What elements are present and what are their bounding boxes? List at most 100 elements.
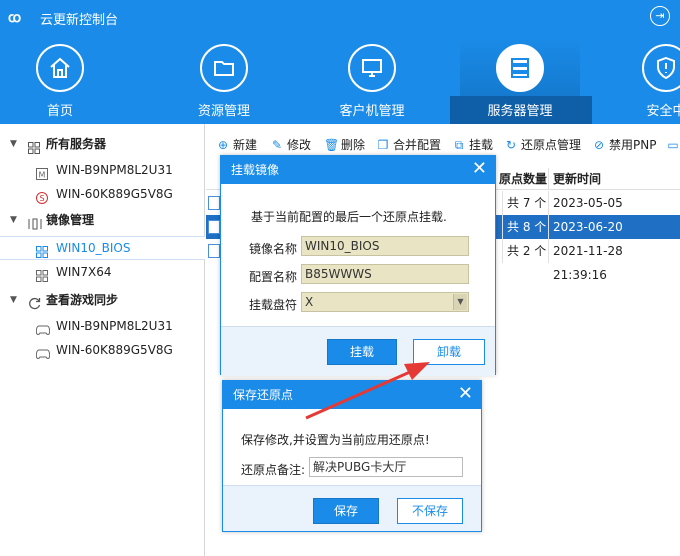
home-icon — [36, 44, 84, 92]
tree-item-server[interactable]: M WIN-B9NPM8L2U31 — [0, 158, 205, 182]
nav-label: 首页 — [46, 104, 73, 119]
refresh-icon: ↻ — [505, 138, 517, 152]
row-count: 共 8 个 — [502, 215, 548, 239]
row-time: 2023-05-05 10:14:49 — [548, 191, 680, 234]
copy-icon: ❐ — [377, 138, 389, 152]
mount-button[interactable]: ⧉ 挂载 — [452, 136, 493, 154]
disable-pnp-button[interactable]: ⊘ 禁用PNP — [592, 136, 656, 154]
ban-icon: ⊘ — [593, 138, 605, 152]
dialog-title: 保存还原点 — [223, 381, 481, 409]
nav-item-security[interactable]: 安全中 — [606, 38, 680, 124]
sync-icon — [28, 294, 41, 310]
tree-item-label: WIN-B9NPM8L2U31 — [56, 163, 173, 177]
expand-arrow-icon[interactable]: ▼ — [10, 208, 17, 232]
trash-icon: 🗑 — [324, 138, 340, 152]
dialog-body: 保存修改,并设置为当前应用还原点! 还原点备注: 解决PUBG卡大厅 — [223, 409, 481, 485]
edit-button[interactable]: ✎ 修改 — [270, 136, 311, 154]
tree-item-label: WIN10_BIOS — [56, 241, 131, 255]
tree-item-image[interactable]: WIN7X64 — [0, 260, 205, 284]
gamepad-icon — [35, 320, 51, 335]
new-label: 新建 — [233, 138, 258, 152]
tree-group-label: 镜像管理 — [46, 213, 95, 227]
main-nav: 首页 资源管理 客户机管理 服务器管理 安全中 — [0, 38, 680, 124]
tree-item-label: WIN-60K889G5V8G — [56, 187, 173, 201]
delete-button[interactable]: 🗑 删除 — [324, 136, 365, 154]
image-file-icon — [208, 220, 220, 234]
tree-item-label: WIN-B9NPM8L2U31 — [56, 319, 173, 333]
tree-group-images[interactable]: ▼ 镜像管理 — [0, 208, 205, 232]
dialog-title: 挂载镜像 — [221, 156, 495, 184]
gamepad-icon — [35, 344, 51, 359]
col-count-header[interactable]: 原点数量 — [494, 168, 550, 190]
top-bar: ꭃ 云更新控制台 ⇥ 首页 资源管理 客户机管理 服务器管理 安全中 — [0, 0, 680, 124]
server-icon — [496, 44, 544, 92]
tree-item-sync-server[interactable]: WIN-B9NPM8L2U31 — [0, 314, 205, 338]
delete-label: 删除 — [341, 138, 366, 152]
shield-icon — [642, 44, 680, 92]
server-tree: ▼ 所有服务器 M WIN-B9NPM8L2U31 S WIN-60K889G5… — [0, 124, 205, 556]
config-name-field[interactable]: B85WWWS — [301, 264, 469, 284]
close-icon[interactable]: ✕ — [458, 385, 473, 403]
pencil-icon: ✎ — [271, 138, 283, 152]
edit-label: 修改 — [287, 138, 312, 152]
nav-label: 资源管理 — [197, 104, 250, 119]
dialog-message: 保存修改,并设置为当前应用还原点! — [241, 433, 430, 447]
dropdown-arrow-icon[interactable]: ▼ — [453, 294, 467, 310]
dont-save-button[interactable]: 不保存 — [397, 498, 463, 524]
save-button[interactable]: 保存 — [313, 498, 379, 524]
unmount-button[interactable]: 卸载 — [413, 339, 485, 365]
col-time-header[interactable]: 更新时间 — [548, 168, 680, 190]
tree-item-image-selected[interactable]: WIN10_BIOS — [0, 236, 205, 260]
tree-group-game-sync[interactable]: ▼ 查看游戏同步 — [0, 288, 205, 312]
expand-arrow-icon[interactable]: ▼ — [10, 132, 17, 156]
tree-group-label: 查看游戏同步 — [46, 293, 119, 307]
restore-note-label: 还原点备注: — [241, 463, 306, 477]
nav-label: 安全中 — [646, 104, 680, 119]
more-toolbar-icon[interactable]: ▭ — [666, 136, 680, 154]
tree-item-label: WIN7X64 — [56, 265, 112, 279]
tree-group-all-servers[interactable]: ▼ 所有服务器 — [0, 132, 205, 156]
exit-icon[interactable]: ⇥ — [650, 6, 670, 26]
row-time: 2023-06-20 13:43:29 — [548, 215, 680, 258]
dialog-footer: 挂载 卸载 — [221, 326, 495, 376]
tree-item-server[interactable]: S WIN-60K889G5V8G — [0, 182, 205, 206]
monitor-icon — [348, 44, 396, 92]
plus-circle-icon: ⊕ — [217, 138, 229, 152]
nav-item-home[interactable]: 首页 — [0, 38, 120, 124]
save-restore-point-dialog: 保存还原点 ✕ 保存修改,并设置为当前应用还原点! 还原点备注: 解决PUBG卡… — [222, 380, 482, 532]
slave-server-icon: S — [36, 188, 48, 204]
drive-letter-select[interactable]: X ▼ — [301, 292, 469, 312]
app-logo: ꭃ — [8, 10, 22, 26]
close-icon[interactable]: ✕ — [472, 160, 487, 178]
app-title: 云更新控制台 — [40, 13, 119, 28]
nav-item-clients[interactable]: 客户机管理 — [312, 38, 432, 124]
svg-text:M: M — [39, 171, 46, 180]
nav-label: 服务器管理 — [487, 104, 553, 119]
tree-item-sync-server[interactable]: WIN-60K889G5V8G — [0, 338, 205, 362]
mount-confirm-button[interactable]: 挂载 — [327, 339, 397, 365]
nav-item-servers[interactable]: 服务器管理 — [450, 38, 592, 124]
master-server-icon: M — [36, 164, 48, 180]
restore-label: 还原点管理 — [521, 138, 582, 152]
nav-item-resources[interactable]: 资源管理 — [164, 38, 284, 124]
image-icon — [36, 266, 48, 282]
dialog-message: 基于当前配置的最后一个还原点挂载. — [251, 210, 447, 224]
image-file-icon — [208, 244, 220, 258]
mount-image-dialog: 挂载镜像 ✕ 基于当前配置的最后一个还原点挂载. 镜像名称 WIN10_BIOS… — [220, 155, 496, 376]
tree-item-label: WIN-60K889G5V8G — [56, 343, 173, 357]
new-button[interactable]: ⊕ 新建 — [216, 136, 257, 154]
image-name-field[interactable]: WIN10_BIOS — [301, 236, 469, 256]
expand-arrow-icon[interactable]: ▼ — [10, 288, 17, 312]
merge-config-button[interactable]: ❐ 合并配置 — [376, 136, 441, 154]
disable-pnp-label: 禁用PNP — [609, 138, 657, 152]
restore-point-button[interactable]: ↻ 还原点管理 — [504, 136, 581, 154]
puzzle-icon: ⧉ — [454, 138, 464, 152]
mount-label: 挂载 — [469, 138, 494, 152]
drive-letter-value: X — [305, 295, 314, 309]
console-window: ꭃ 云更新控制台 ⇥ 首页 资源管理 客户机管理 服务器管理 安全中 ▼ 所有服… — [0, 0, 680, 556]
restore-note-input[interactable]: 解决PUBG卡大厅 — [309, 457, 463, 477]
dialog-footer: 保存 不保存 — [223, 485, 481, 531]
row-count: 共 7 个 — [502, 191, 548, 215]
config-name-label: 配置名称 — [249, 270, 298, 284]
row-count: 共 2 个 — [502, 239, 548, 263]
